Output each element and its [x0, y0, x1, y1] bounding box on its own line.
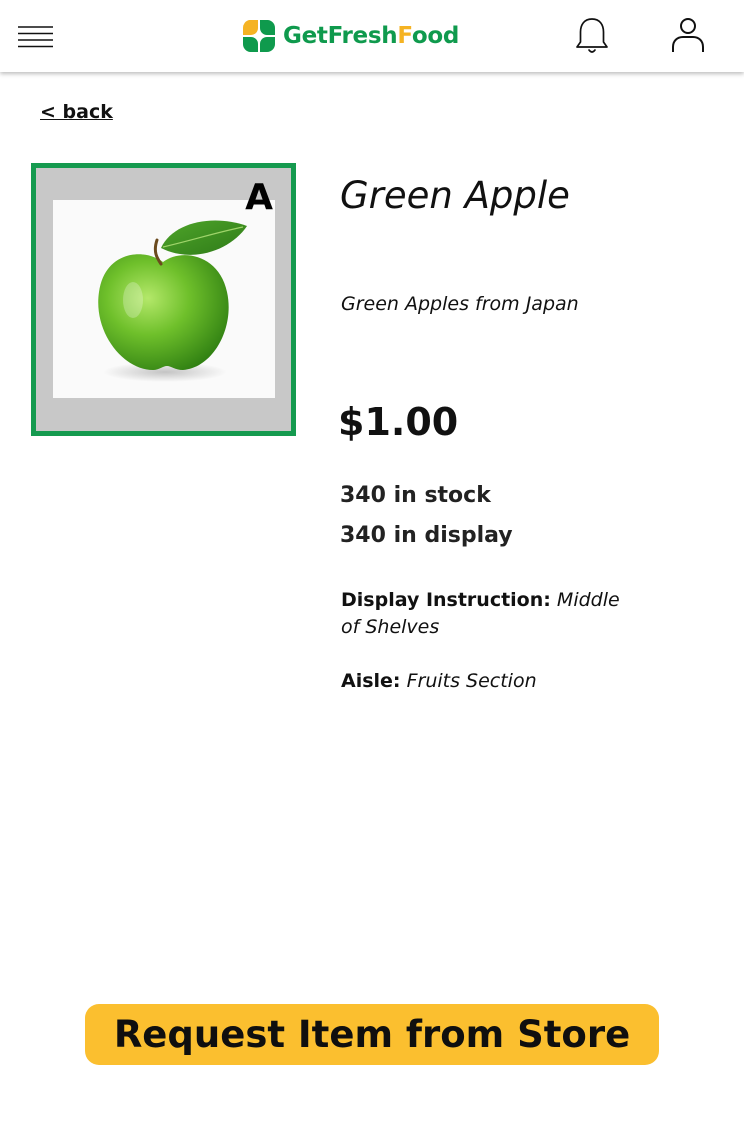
- product-price: $1.00: [338, 400, 459, 444]
- logo-mark-icon: [242, 20, 276, 52]
- grade-badge: A: [245, 177, 273, 218]
- aisle-value: Fruits Section: [406, 670, 537, 692]
- display-instruction: Display Instruction: Middle of Shelves: [341, 587, 641, 641]
- profile-button[interactable]: [668, 16, 708, 56]
- back-link[interactable]: < back: [40, 101, 113, 123]
- logo[interactable]: GetFreshFood: [241, 18, 459, 54]
- request-item-button[interactable]: Request Item from Store: [85, 1004, 659, 1065]
- user-icon: [672, 18, 704, 52]
- display-instruction-label: Display Instruction:: [341, 589, 551, 611]
- green-apple-image: [98, 220, 247, 382]
- bell-icon: [576, 18, 608, 53]
- product-origin: Green Apples from Japan: [341, 293, 579, 315]
- display-count: 340 in display: [340, 523, 513, 548]
- product-title: Green Apple: [340, 174, 570, 217]
- menu-button[interactable]: [18, 24, 54, 50]
- product-image-card: A: [31, 163, 296, 436]
- logo-text-fresh: Fresh: [327, 23, 398, 49]
- logo-text-get: Get: [283, 23, 328, 49]
- notifications-button[interactable]: [574, 16, 610, 56]
- logo-text-f: F: [397, 23, 412, 49]
- product-photo: [53, 200, 275, 398]
- aisle-info: Aisle: Fruits Section: [341, 670, 537, 692]
- aisle-label: Aisle:: [341, 670, 401, 692]
- logo-text-ood: ood: [411, 23, 459, 49]
- hamburger-menu-icon: [18, 26, 53, 48]
- stock-count: 340 in stock: [340, 483, 491, 508]
- app-header: GetFreshFood: [0, 0, 744, 72]
- logo-text: GetFreshFood: [283, 23, 459, 49]
